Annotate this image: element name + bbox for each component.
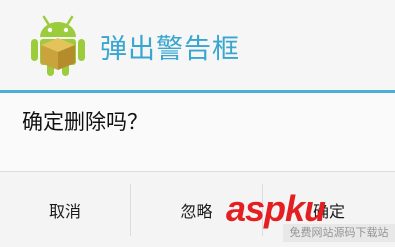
android-robot-icon <box>31 15 85 76</box>
title-divider <box>0 90 395 93</box>
dialog-message: 确定删除吗？ <box>22 110 148 134</box>
dialog-header: 弹出警告框 <box>0 0 395 90</box>
cancel-button[interactable]: 取消 <box>0 172 130 247</box>
watermark-tagline: 免费网站源码下载站 <box>283 224 395 242</box>
dialog-title: 弹出警告框 <box>100 34 240 65</box>
alert-dialog: 弹出警告框 确定删除吗？ 取消 忽略 确定 <box>0 0 395 247</box>
